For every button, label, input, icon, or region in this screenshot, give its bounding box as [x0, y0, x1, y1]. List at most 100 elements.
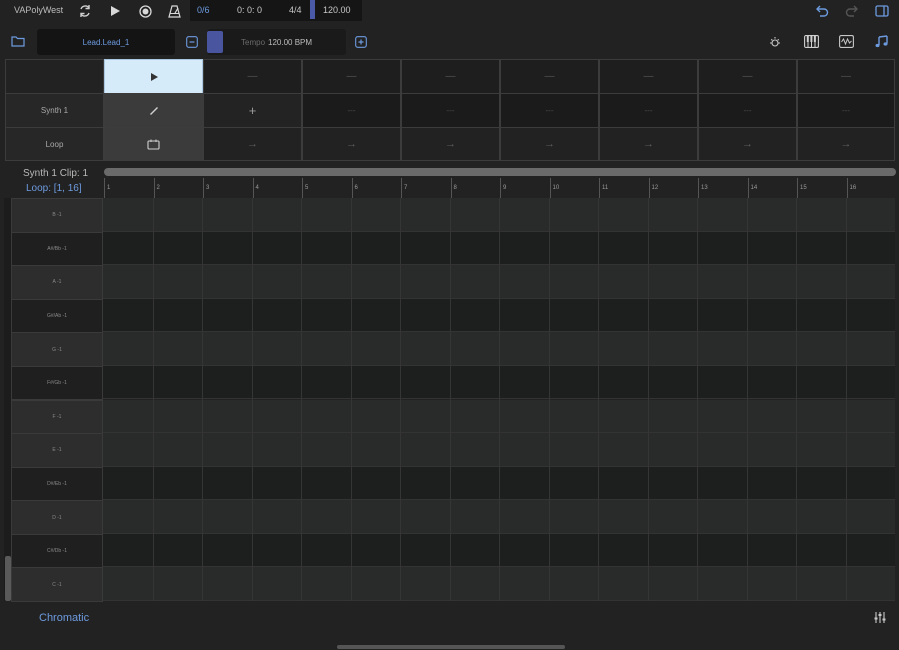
- piano-key[interactable]: D -1: [11, 500, 103, 535]
- loop-slot-5[interactable]: →: [500, 127, 599, 161]
- scene-launch-button-1[interactable]: [104, 59, 203, 94]
- loop-slot-7[interactable]: →: [698, 127, 797, 161]
- piano-key[interactable]: F -1: [11, 399, 103, 435]
- grid-line: [598, 198, 599, 601]
- beat-number: 10: [552, 185, 560, 191]
- scene-slot-2[interactable]: —: [203, 59, 302, 94]
- grid-line: [647, 198, 649, 601]
- preset-selector[interactable]: Lead.Lead_1: [37, 29, 175, 55]
- beat-number: 14: [750, 185, 758, 191]
- tempo-increase-button[interactable]: [355, 36, 367, 50]
- record-icon[interactable]: [137, 3, 153, 19]
- loop-slot-4[interactable]: →: [401, 127, 500, 161]
- clip-title: Synth 1 Clip: 1: [23, 168, 89, 179]
- play-icon[interactable]: [107, 3, 123, 19]
- play-icon: [150, 72, 158, 81]
- session-corner: [5, 59, 104, 94]
- note-grid[interactable]: [103, 198, 895, 601]
- scene-slot-7[interactable]: —: [698, 59, 797, 94]
- piano-key[interactable]: F#/Gb -1: [11, 365, 103, 401]
- piano-key[interactable]: B -1: [11, 198, 103, 233]
- grid-line: [548, 198, 550, 601]
- tempo-readout[interactable]: 120.00: [323, 5, 351, 15]
- clip-slot-8[interactable]: ---: [797, 93, 895, 128]
- beat-number: 11: [602, 185, 609, 191]
- beat-number: 12: [651, 185, 659, 191]
- piano-keys: B -1 A#/Bb -1 A -1 G#/Ab -1 G -1 F#/Gb -1 F -1…: [11, 198, 103, 602]
- grid-line: [251, 198, 253, 601]
- tempo-decrease-button[interactable]: [186, 36, 198, 50]
- piano-key[interactable]: D#/Eb -1: [11, 466, 103, 502]
- loop-slot-6[interactable]: →: [599, 127, 698, 161]
- loop-toggle-icon[interactable]: [77, 3, 93, 19]
- track-label-synth-1[interactable]: Synth 1: [5, 93, 104, 128]
- add-clip-button[interactable]: +: [203, 93, 302, 128]
- metronome-icon[interactable]: [166, 3, 182, 19]
- beat-number: 16: [849, 185, 857, 191]
- redo-icon[interactable]: [844, 3, 860, 19]
- timeline-scrollbar[interactable]: [104, 168, 896, 176]
- tempo-marker: [310, 0, 315, 19]
- home-indicator: [337, 645, 565, 649]
- grid-line: [400, 198, 401, 601]
- folder-icon[interactable]: [11, 35, 25, 49]
- piano-key[interactable]: A -1: [11, 265, 103, 300]
- clip-slot-5[interactable]: ---: [500, 93, 599, 128]
- clip-slot-4[interactable]: ---: [401, 93, 500, 128]
- clip-slot-7[interactable]: ---: [698, 93, 797, 128]
- app-title: VAPolyWest: [14, 5, 64, 15]
- piano-key[interactable]: G#/Ab -1: [11, 298, 103, 334]
- beat-number: 1: [107, 185, 111, 191]
- waveform-icon[interactable]: [839, 35, 854, 50]
- scene-slot-6[interactable]: —: [599, 59, 698, 94]
- piano-key[interactable]: G -1: [11, 332, 103, 367]
- session-grid: — — — — — — — Synth 1 + --- --- --- --- …: [5, 59, 895, 161]
- grid-line: [202, 198, 203, 601]
- grid-line: [350, 198, 352, 601]
- beat-number: 13: [701, 185, 708, 191]
- sidebar-toggle-icon[interactable]: [874, 3, 890, 19]
- edit-pencil-icon: [149, 106, 158, 115]
- beat-number: 9: [503, 185, 507, 191]
- scene-slot-8[interactable]: —: [797, 59, 895, 94]
- keyboard-icon[interactable]: [804, 35, 819, 50]
- piano-key[interactable]: E -1: [11, 433, 103, 468]
- beat-tick: [797, 178, 798, 198]
- beat-number: 2: [156, 185, 160, 191]
- beat-number: 15: [800, 185, 807, 191]
- grid-line: [499, 198, 500, 601]
- loop-slot-8[interactable]: →: [797, 127, 895, 161]
- loop-slot-2[interactable]: →: [203, 127, 302, 161]
- grid-line: [845, 198, 847, 601]
- beat-number: 8: [453, 185, 457, 191]
- mixer-settings-icon[interactable]: [873, 611, 887, 626]
- scene-slot-4[interactable]: —: [401, 59, 500, 94]
- beat-number: 6: [354, 185, 358, 191]
- scene-slot-3[interactable]: —: [302, 59, 401, 94]
- scale-selector[interactable]: Chromatic: [39, 612, 89, 624]
- loop-range[interactable]: Loop: [1, 16]: [26, 183, 82, 194]
- beat-number: 5: [305, 185, 309, 191]
- beat-number: 4: [255, 185, 259, 191]
- undo-icon[interactable]: [814, 3, 830, 19]
- loop-slot-1[interactable]: [104, 127, 203, 161]
- piano-key[interactable]: A#/Bb -1: [11, 231, 103, 267]
- time-signature[interactable]: 4/4: [289, 5, 302, 15]
- grid-line: [449, 198, 451, 601]
- loop-slot-3[interactable]: →: [302, 127, 401, 161]
- brightness-icon[interactable]: [768, 35, 782, 51]
- tempo-slider-handle[interactable]: [207, 31, 223, 53]
- grid-line: [152, 198, 154, 601]
- clip-slot-1[interactable]: [104, 93, 203, 128]
- key-scroll-track[interactable]: [4, 198, 11, 601]
- clip-slot-6[interactable]: ---: [599, 93, 698, 128]
- piano-key[interactable]: C -1: [11, 567, 103, 602]
- grid-line: [746, 198, 748, 601]
- beat-tick: [450, 178, 452, 198]
- clip-slot-3[interactable]: ---: [302, 93, 401, 128]
- track-label-loop[interactable]: Loop: [5, 127, 104, 161]
- scene-slot-5[interactable]: —: [500, 59, 599, 94]
- notes-icon[interactable]: [874, 35, 889, 51]
- piano-key[interactable]: C#/Db -1: [11, 533, 103, 569]
- tempo-control[interactable]: Tempo 120.00 BPM: [207, 29, 346, 55]
